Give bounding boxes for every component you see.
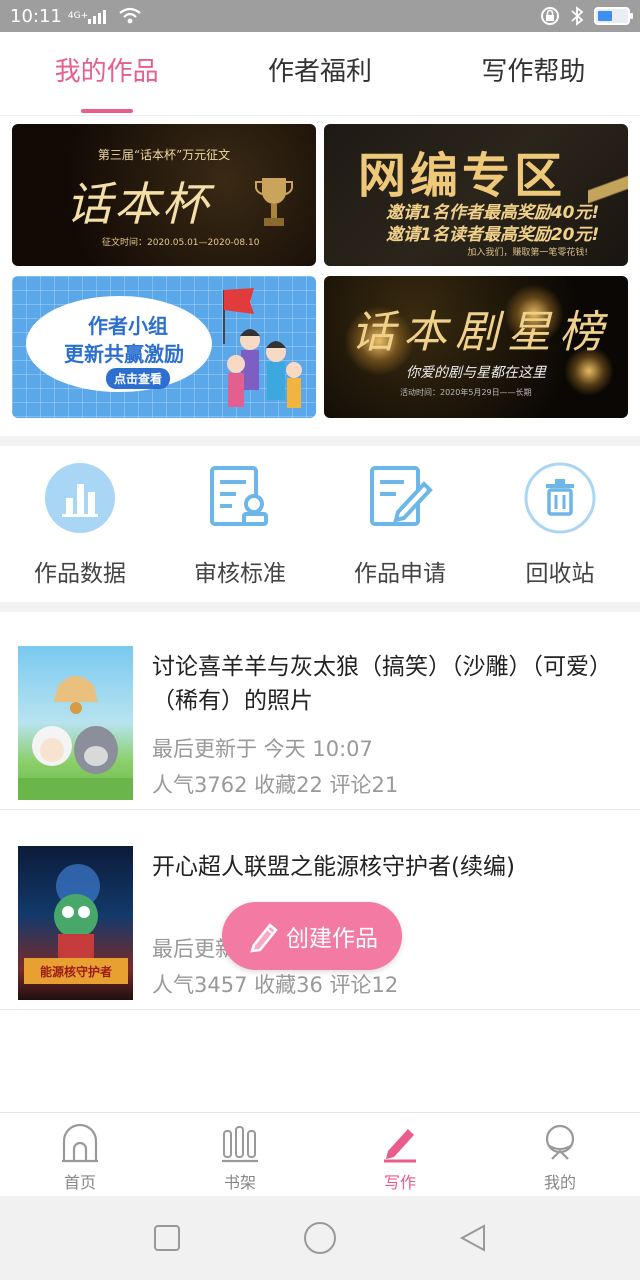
back-button[interactable] — [453, 1218, 493, 1258]
nav-home[interactable]: 首页 — [0, 1113, 160, 1196]
work-item[interactable]: 讨论喜羊羊与灰太狼（搞笑）（沙雕）（可爱）（稀有）的照片 最后更新于 今天 10… — [0, 620, 640, 810]
banner-subtitle: 你爱的剧与星都在这里 — [406, 365, 546, 381]
tab-author-benefits[interactable]: 作者福利 — [213, 32, 426, 115]
action-label: 审核标准 — [194, 561, 286, 587]
tab-writing-help[interactable]: 写作帮助 — [427, 32, 640, 115]
action-label: 作品数据 — [34, 561, 126, 587]
bar-chart-icon — [44, 462, 116, 534]
banner-grid: 第三届“话本杯”万元征文 话本杯 征文时间：2020.05.01—2020-08… — [12, 124, 628, 420]
review-doc-icon — [204, 462, 276, 534]
home-button[interactable] — [300, 1218, 340, 1258]
tab-my-works[interactable]: 我的作品 — [0, 32, 213, 115]
network-indicator: 4G+ — [67, 11, 89, 21]
banner-title: 话本剧星榜 — [351, 307, 611, 358]
section-divider — [0, 436, 640, 446]
nav-label: 写作 — [383, 1173, 416, 1192]
battery-icon — [594, 7, 633, 25]
quick-actions: 作品数据 审核标准 作品申请 回收站 — [0, 446, 640, 602]
status-time: 10:11 — [10, 5, 62, 27]
banner-line-1: 作者小组 — [88, 314, 168, 338]
cartoon-people-illustration — [223, 288, 302, 408]
banner-author-group[interactable]: 作者小组 更新共赢激励 点击查看 — [12, 276, 316, 418]
circle-icon — [303, 1222, 336, 1254]
work-updated: 最后更新于 今天 10:07 — [152, 737, 373, 761]
tab-label: 作者福利 — [267, 57, 372, 87]
edit-doc-icon — [364, 462, 436, 534]
trash-icon — [524, 462, 596, 534]
pen-icon — [384, 1129, 416, 1163]
bookshelf-icon — [222, 1126, 258, 1163]
create-work-button[interactable]: 创建作品 — [222, 902, 402, 970]
banner-drama-star[interactable]: 话本剧星榜 你爱的剧与星都在这里 活动时间：2020年5月29日——长期 — [324, 276, 628, 418]
banner-subtitle: 第三届“话本杯”万元征文 — [97, 148, 231, 162]
banner-huaben-cup[interactable]: 第三届“话本杯”万元征文 话本杯 征文时间：2020.05.01—2020-08… — [12, 124, 316, 266]
bottom-nav: 首页 书架 写作 我的 — [0, 1112, 640, 1196]
action-work-application[interactable]: 作品申请 — [320, 446, 480, 602]
banner-footer: 活动时间：2020年5月29日——长期 — [400, 388, 532, 397]
tab-label: 我的作品 — [54, 57, 159, 87]
banner-title: 网编专区 — [358, 148, 567, 204]
nav-bookshelf[interactable]: 书架 — [160, 1113, 320, 1196]
banner-editor-zone[interactable]: 网编专区 邀请1名作者最高奖励40元! 邀请1名读者最高奖励20元! 加入我们，… — [324, 124, 628, 266]
active-tab-indicator — [80, 109, 133, 113]
work-cover: 能源核守护者 — [18, 846, 133, 1000]
top-tabs: 我的作品 作者福利 写作帮助 — [0, 32, 640, 116]
action-recycle-bin[interactable]: 回收站 — [480, 446, 640, 602]
system-nav-bar — [0, 1196, 640, 1280]
nav-write[interactable]: 写作 — [320, 1113, 480, 1196]
profile-icon — [545, 1124, 575, 1160]
work-title: 讨论喜羊羊与灰太狼（搞笑）（沙雕）（可爱）（稀有）的照片 — [152, 654, 601, 714]
action-review-standard[interactable]: 审核标准 — [160, 446, 320, 602]
banner-line-2: 更新共赢激励 — [64, 342, 184, 366]
square-icon — [153, 1225, 180, 1251]
cover-title-text: 能源核守护者 — [40, 964, 112, 979]
work-cover — [18, 646, 133, 800]
banner-view-button[interactable]: 点击查看 — [106, 368, 171, 389]
recent-apps-button[interactable] — [147, 1218, 187, 1258]
work-stats: 人气3457 收藏36 评论12 — [152, 973, 399, 997]
signal-icon — [88, 10, 107, 24]
home-icon — [62, 1123, 98, 1163]
triangle-back-icon — [460, 1224, 486, 1252]
bluetooth-icon — [571, 6, 584, 26]
section-divider — [0, 602, 640, 612]
work-title: 开心超人联盟之能源核守护者(续编) — [152, 854, 515, 880]
tab-label: 写作帮助 — [481, 57, 586, 87]
banner-date: 征文时间：2020.05.01—2020-08.10 — [102, 238, 260, 248]
action-label: 回收站 — [525, 561, 595, 587]
status-bar: 10:11 4G+ — [0, 0, 640, 32]
create-work-label: 创建作品 — [286, 926, 378, 952]
trophy-icon — [255, 178, 293, 226]
work-stats: 人气3762 收藏22 评论21 — [152, 773, 399, 797]
action-label: 作品申请 — [354, 561, 446, 587]
banner-title: 话本杯 — [66, 177, 210, 231]
nav-label: 我的 — [543, 1173, 576, 1192]
nav-label: 首页 — [63, 1173, 96, 1192]
banner-line-2: 邀请1名读者最高奖励20元! — [386, 225, 600, 245]
wifi-icon — [119, 7, 141, 24]
nav-profile[interactable]: 我的 — [480, 1113, 640, 1196]
lock-rotation-icon — [541, 7, 559, 25]
pencil-icon — [250, 923, 278, 953]
action-work-data[interactable]: 作品数据 — [0, 446, 160, 602]
banner-footer: 加入我们，赚取第一笔零花钱! — [467, 248, 588, 258]
nav-label: 书架 — [223, 1173, 256, 1192]
